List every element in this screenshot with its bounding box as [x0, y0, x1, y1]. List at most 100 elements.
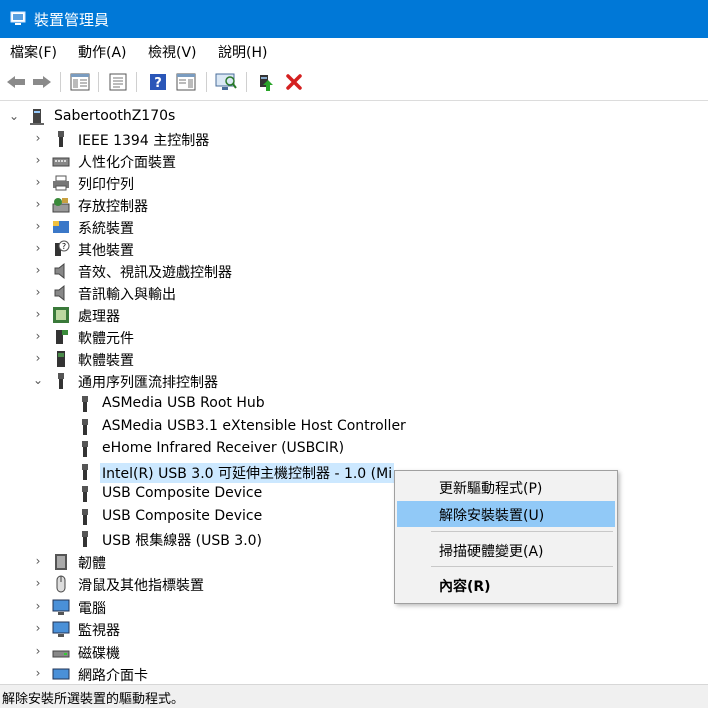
- tree-item-sound-video-game[interactable]: › 音效、視訊及遊戲控制器: [0, 260, 708, 282]
- chevron-right-icon[interactable]: ›: [32, 644, 44, 658]
- tree-root-label: SabertoothZ170s: [54, 108, 176, 124]
- forward-arrow-icon[interactable]: [30, 70, 54, 94]
- menu-properties-label: 內容(R): [439, 579, 491, 595]
- chevron-right-icon[interactable]: ›: [32, 621, 44, 635]
- tree-item-other-devices[interactable]: › ? 其他裝置: [0, 238, 708, 260]
- uninstall-device-icon[interactable]: [282, 70, 306, 94]
- status-bar: 解除安裝所選裝置的驅動程式。: [0, 684, 708, 708]
- usb-device-item[interactable]: ASMedia USB Root Hub: [0, 393, 708, 415]
- menu-view[interactable]: 檢視(V): [148, 42, 197, 62]
- tree-item-label: 存放控制器: [78, 199, 148, 215]
- title-bar: 裝置管理員: [0, 0, 708, 38]
- tree-item-label: 通用序列匯流排控制器: [78, 375, 218, 391]
- tree-item-label: 網路介面卡: [78, 668, 148, 684]
- tree-item-software-components[interactable]: › 軟體元件: [0, 326, 708, 348]
- show-hide-console-tree-icon[interactable]: [68, 70, 92, 94]
- tree-root[interactable]: ⌄ SabertoothZ170s: [0, 106, 708, 128]
- usb-plug-icon: [82, 464, 88, 480]
- tree-item-ieee1394[interactable]: › IEEE 1394 主控制器: [0, 128, 708, 150]
- disk-drive-icon: [52, 650, 70, 658]
- usb-device-item[interactable]: eHome Infrared Receiver (USBCIR): [0, 438, 708, 460]
- usb-device-label: ASMedia USB Root Hub: [102, 395, 265, 411]
- usb-device-label: Intel(R) USB 3.0 可延伸主機控制器 - 1.0 (Mi: [100, 463, 395, 483]
- chevron-down-icon[interactable]: ⌄: [32, 373, 44, 387]
- unknown-device-icon: ?: [55, 240, 70, 256]
- chevron-right-icon[interactable]: ›: [32, 153, 44, 167]
- tree-item-label: 列印佇列: [78, 177, 134, 193]
- tree-item-system-devices[interactable]: › 系統裝置: [0, 216, 708, 238]
- chevron-right-icon[interactable]: ›: [32, 197, 44, 211]
- system-device-icon: [53, 221, 69, 233]
- tree-item-label: 人性化介面裝置: [78, 155, 176, 171]
- scan-hardware-icon[interactable]: [214, 70, 238, 94]
- menu-action[interactable]: 動作(A): [78, 42, 127, 62]
- menu-uninstall-device-label: 解除安裝裝置(U): [439, 508, 545, 524]
- tree-item-label: 軟體裝置: [78, 353, 134, 369]
- network-adapter-icon: [52, 668, 70, 680]
- menu-update-driver[interactable]: 更新驅動程式(P): [397, 474, 615, 500]
- tree-item-software-devices[interactable]: › 軟體裝置: [0, 348, 708, 370]
- storage-controller-icon: [52, 198, 70, 213]
- properties-icon[interactable]: [106, 70, 130, 94]
- tree-item-usb-controllers[interactable]: ⌄ 通用序列匯流排控制器: [0, 370, 708, 392]
- tree-item-print-queue[interactable]: › 列印佇列: [0, 172, 708, 194]
- tree-item-label: IEEE 1394 主控制器: [78, 133, 210, 149]
- usb-device-item[interactable]: ASMedia USB3.1 eXtensible Host Controlle…: [0, 416, 708, 438]
- window-title: 裝置管理員: [34, 11, 110, 29]
- chevron-right-icon[interactable]: ›: [32, 554, 44, 568]
- tree-item-monitors[interactable]: › 監視器: [0, 618, 708, 640]
- help-icon[interactable]: ?: [146, 70, 170, 94]
- menu-properties[interactable]: 內容(R): [397, 572, 615, 598]
- speaker-icon: [54, 262, 65, 280]
- update-driver-icon[interactable]: [254, 70, 278, 94]
- context-menu: 更新驅動程式(P) 解除安裝裝置(U) 掃描硬體變更(A) 內容(R): [394, 470, 618, 604]
- tree-item-disk-drives[interactable]: › 磁碟機: [0, 641, 708, 663]
- usb-device-label: USB Composite Device: [102, 485, 263, 501]
- computer-icon: [30, 109, 44, 125]
- action-pane-icon[interactable]: [174, 70, 198, 94]
- tree-item-processors[interactable]: › 處理器: [0, 304, 708, 326]
- usb-plug-icon: [82, 441, 88, 457]
- chevron-right-icon[interactable]: ›: [32, 175, 44, 189]
- back-arrow-icon[interactable]: [4, 70, 28, 94]
- tree-item-label: 監視器: [78, 623, 120, 639]
- menu-file[interactable]: 檔案(F): [10, 42, 57, 62]
- chevron-right-icon[interactable]: ›: [32, 285, 44, 299]
- menu-separator: [431, 531, 613, 532]
- chevron-right-icon[interactable]: ›: [32, 241, 44, 255]
- tree-item-label: 磁碟機: [78, 646, 120, 662]
- tree-item-label: 滑鼠及其他指標裝置: [78, 578, 204, 594]
- menu-update-driver-label: 更新驅動程式(P): [439, 481, 543, 497]
- usb-plug-icon: [82, 531, 88, 547]
- chevron-right-icon[interactable]: ›: [32, 351, 44, 365]
- chevron-right-icon[interactable]: ›: [32, 219, 44, 233]
- tree-item-network-adapters[interactable]: › 網路介面卡: [0, 663, 708, 684]
- usb-device-label: USB Composite Device: [102, 508, 263, 524]
- tree-item-label: 軟體元件: [78, 331, 134, 347]
- tree-item-audio-io[interactable]: › 音訊輸入與輸出: [0, 282, 708, 304]
- software-component-icon: [56, 330, 68, 344]
- usb-plug-icon: [82, 486, 88, 502]
- menu-help[interactable]: 說明(H): [218, 42, 267, 62]
- chevron-right-icon[interactable]: ›: [32, 263, 44, 277]
- chevron-right-icon[interactable]: ›: [32, 307, 44, 321]
- firmware-icon: [55, 554, 67, 570]
- menu-scan-hardware[interactable]: 掃描硬體變更(A): [397, 537, 615, 563]
- menu-separator: [431, 566, 613, 567]
- chevron-right-icon[interactable]: ›: [32, 576, 44, 590]
- chevron-right-icon[interactable]: ›: [32, 329, 44, 343]
- chevron-down-icon[interactable]: ⌄: [8, 109, 20, 123]
- software-device-icon: [57, 351, 65, 367]
- chevron-right-icon[interactable]: ›: [32, 666, 44, 680]
- tree-item-hid[interactable]: › 人性化介面裝置: [0, 150, 708, 172]
- tree-item-label: 系統裝置: [78, 221, 134, 237]
- menu-uninstall-device[interactable]: 解除安裝裝置(U): [397, 501, 615, 527]
- device-manager-icon: [10, 11, 26, 25]
- chevron-right-icon[interactable]: ›: [32, 599, 44, 613]
- svg-text:?: ?: [154, 76, 162, 91]
- tree-item-label: 韌體: [78, 556, 106, 572]
- usb-plug-icon: [82, 419, 88, 435]
- tree-item-storage-controllers[interactable]: › 存放控制器: [0, 194, 708, 216]
- tree-item-label: 處理器: [78, 309, 120, 325]
- chevron-right-icon[interactable]: ›: [32, 131, 44, 145]
